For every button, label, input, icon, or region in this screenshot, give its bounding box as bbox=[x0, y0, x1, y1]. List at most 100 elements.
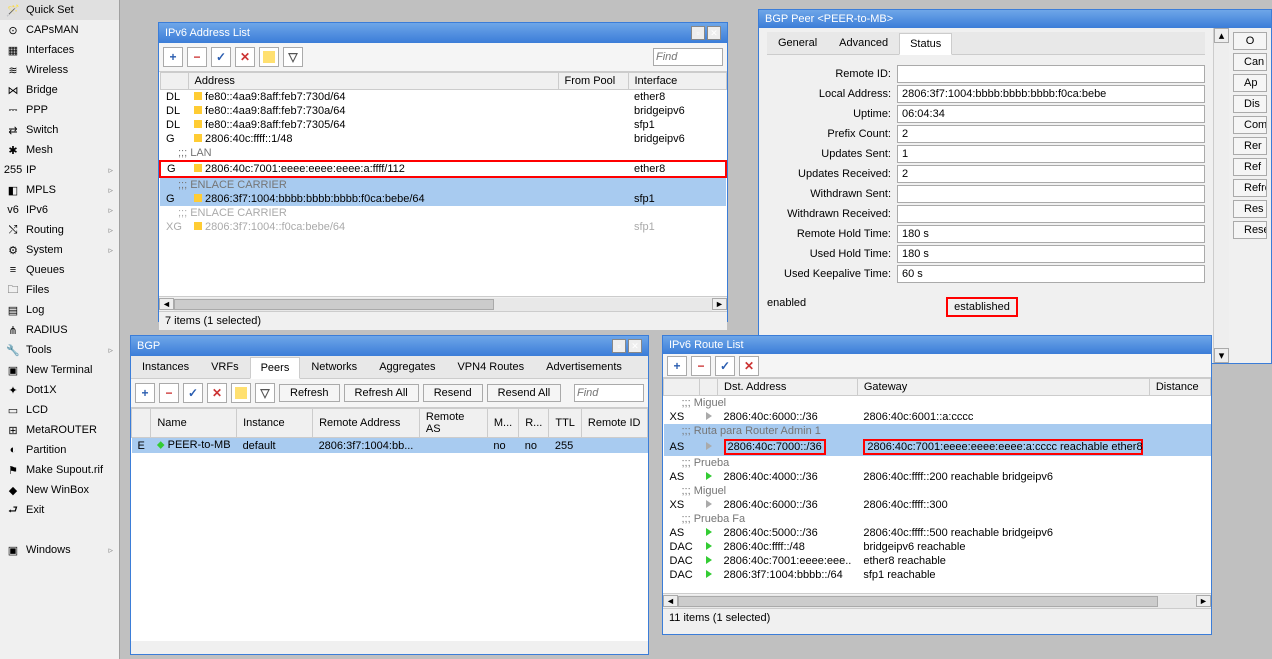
col-header[interactable]: Remote AS bbox=[419, 409, 487, 438]
sidebar-item-dot1x[interactable]: ✦Dot1X bbox=[0, 380, 119, 400]
sidebar-item-queues[interactable]: ≡Queues bbox=[0, 260, 119, 280]
side-button[interactable]: Res bbox=[1233, 200, 1267, 218]
refresh-button[interactable]: Refresh bbox=[279, 384, 340, 402]
tab-networks[interactable]: Networks bbox=[300, 356, 368, 378]
remove-button[interactable]: − bbox=[187, 47, 207, 67]
table-row[interactable]: ;;; ENLACE CARRIER bbox=[160, 177, 726, 192]
resend-button[interactable]: Resend bbox=[423, 384, 483, 402]
sidebar-item-exit[interactable]: ⮐Exit bbox=[0, 500, 119, 520]
col-header[interactable]: Distance bbox=[1149, 379, 1210, 396]
titlebar[interactable]: BGP ▫ ✕ bbox=[131, 336, 648, 356]
table-row[interactable]: ;;; Prueba Fa bbox=[664, 512, 1211, 526]
col-header[interactable]: Dst. Address bbox=[718, 379, 858, 396]
table-row[interactable]: AS2806:40c:7000::/362806:40c:7001:eeee:e… bbox=[664, 438, 1211, 456]
titlebar[interactable]: BGP Peer <PEER-to-MB> bbox=[759, 10, 1271, 28]
table-row[interactable]: ;;; Miguel bbox=[664, 484, 1211, 498]
col-header[interactable]: Interface bbox=[628, 73, 726, 90]
filter-button[interactable]: ▽ bbox=[283, 47, 303, 67]
col-header[interactable]: Instance bbox=[237, 409, 313, 438]
col-header[interactable]: Remote ID bbox=[581, 409, 647, 438]
table-row[interactable]: AS2806:40c:5000::/362806:40c:ffff::500 r… bbox=[664, 526, 1211, 540]
enable-button[interactable]: ✓ bbox=[211, 47, 231, 67]
side-button[interactable]: Com bbox=[1233, 116, 1267, 134]
col-header[interactable]: TTL bbox=[549, 409, 582, 438]
comment-button[interactable] bbox=[231, 383, 251, 403]
col-header[interactable]: Name bbox=[151, 409, 237, 438]
enable-button[interactable]: ✓ bbox=[183, 383, 203, 403]
side-button[interactable]: Refre bbox=[1233, 179, 1267, 197]
minimize-button[interactable]: ▫ bbox=[612, 339, 626, 353]
sidebar-item-routing[interactable]: ⤭Routing▹ bbox=[0, 220, 119, 240]
table-row[interactable]: DAC2806:3f7:1004:bbbb::/64sfp1 reachable bbox=[664, 568, 1211, 582]
enable-button[interactable]: ✓ bbox=[715, 356, 735, 376]
titlebar[interactable]: IPv6 Route List bbox=[663, 336, 1211, 354]
table-row[interactable]: ;;; ENLACE CARRIER bbox=[160, 206, 726, 220]
minimize-button[interactable]: ▫ bbox=[691, 26, 705, 40]
col-header[interactable]: Gateway bbox=[857, 379, 1149, 396]
table-row[interactable]: DL fe80::4aa9:8aff:feb7:730d/64ether8 bbox=[160, 90, 726, 105]
col-header[interactable] bbox=[700, 379, 718, 396]
side-button[interactable]: Ref bbox=[1233, 158, 1267, 176]
tab-general[interactable]: General bbox=[767, 32, 828, 54]
tab-peers[interactable]: Peers bbox=[250, 357, 301, 379]
tab-vrfs[interactable]: VRFs bbox=[200, 356, 250, 378]
table-row[interactable]: AS2806:40c:4000::/362806:40c:ffff::200 r… bbox=[664, 470, 1211, 484]
hscrollbar[interactable]: ◄► bbox=[159, 296, 727, 311]
address-table[interactable]: AddressFrom PoolInterface DL fe80::4aa9:… bbox=[159, 72, 727, 234]
peer-table[interactable]: NameInstanceRemote AddressRemote ASM...R… bbox=[131, 408, 648, 453]
disable-button[interactable]: ✕ bbox=[207, 383, 227, 403]
table-row[interactable]: ;;; Miguel bbox=[664, 396, 1211, 411]
sidebar-item-make-supout.rif[interactable]: ⚑Make Supout.rif bbox=[0, 460, 119, 480]
table-row[interactable]: G 2806:40c:7001:eeee:eeee:eeee:a:ffff/11… bbox=[160, 161, 726, 177]
comment-button[interactable] bbox=[259, 47, 279, 67]
side-button[interactable]: Dis bbox=[1233, 95, 1267, 113]
table-row[interactable]: ;;; Ruta para Router Admin 1 bbox=[664, 424, 1211, 438]
tab-instances[interactable]: Instances bbox=[131, 356, 200, 378]
sidebar-item-bridge[interactable]: ⋈Bridge bbox=[0, 80, 119, 100]
hscrollbar[interactable]: ◄► bbox=[663, 593, 1211, 608]
sidebar-item-new-terminal[interactable]: ▣New Terminal bbox=[0, 360, 119, 380]
table-row[interactable]: DL fe80::4aa9:8aff:feb7:7305/64sfp1 bbox=[160, 118, 726, 132]
table-row[interactable]: XS2806:40c:6000::/362806:40c:ffff::300 bbox=[664, 498, 1211, 512]
filter-button[interactable]: ▽ bbox=[255, 383, 275, 403]
find-input[interactable] bbox=[653, 48, 723, 66]
sidebar-item-new-winbox[interactable]: ◆New WinBox bbox=[0, 480, 119, 500]
add-button[interactable]: + bbox=[667, 356, 687, 376]
find-input[interactable] bbox=[574, 384, 644, 402]
sidebar-item-lcd[interactable]: ▭LCD bbox=[0, 400, 119, 420]
col-header[interactable]: From Pool bbox=[558, 73, 628, 90]
side-button[interactable]: Rese bbox=[1233, 221, 1267, 239]
sidebar-item-switch[interactable]: ⇄Switch bbox=[0, 120, 119, 140]
col-header[interactable] bbox=[132, 409, 151, 438]
sidebar-item-metarouter[interactable]: ⊞MetaROUTER bbox=[0, 420, 119, 440]
side-button[interactable]: Ap bbox=[1233, 74, 1267, 92]
sidebar-item-files[interactable]: 🗀Files bbox=[0, 280, 119, 300]
sidebar-item-interfaces[interactable]: ▦Interfaces bbox=[0, 40, 119, 60]
tab-aggregates[interactable]: Aggregates bbox=[368, 356, 446, 378]
remove-button[interactable]: − bbox=[159, 383, 179, 403]
sidebar-item-log[interactable]: ▤Log bbox=[0, 300, 119, 320]
sidebar-item-mesh[interactable]: ✱Mesh bbox=[0, 140, 119, 160]
disable-button[interactable]: ✕ bbox=[739, 356, 759, 376]
sidebar-item-ipv6[interactable]: v6IPv6▹ bbox=[0, 200, 119, 220]
table-row[interactable]: XS2806:40c:6000::/362806:40c:6001::a:ccc… bbox=[664, 410, 1211, 424]
col-header[interactable]: M... bbox=[487, 409, 518, 438]
refresh-all-button[interactable]: Refresh All bbox=[344, 384, 419, 402]
side-button[interactable]: O bbox=[1233, 32, 1267, 50]
sidebar-item-tools[interactable]: 🔧Tools▹ bbox=[0, 340, 119, 360]
table-row[interactable]: G 2806:40c:ffff::1/48bridgeipv6 bbox=[160, 132, 726, 146]
sidebar-item-wireless[interactable]: ≋Wireless bbox=[0, 60, 119, 80]
titlebar[interactable]: IPv6 Address List ▫ ✕ bbox=[159, 23, 727, 43]
table-row[interactable]: E⬥ PEER-to-MBdefault2806:3f7:1004:bb...n… bbox=[132, 438, 648, 454]
tab-advanced[interactable]: Advanced bbox=[828, 32, 899, 54]
side-button[interactable]: Rer bbox=[1233, 137, 1267, 155]
sidebar-item-partition[interactable]: ◐Partition bbox=[0, 440, 119, 460]
col-header[interactable]: Remote Address bbox=[313, 409, 420, 438]
scroll-up[interactable]: ▴ bbox=[1214, 28, 1229, 43]
tab-status[interactable]: Status bbox=[899, 33, 952, 55]
table-row[interactable]: ;;; LAN bbox=[160, 146, 726, 161]
disable-button[interactable]: ✕ bbox=[235, 47, 255, 67]
add-button[interactable]: + bbox=[163, 47, 183, 67]
col-header[interactable]: Address bbox=[188, 73, 558, 90]
col-header[interactable]: R... bbox=[519, 409, 549, 438]
